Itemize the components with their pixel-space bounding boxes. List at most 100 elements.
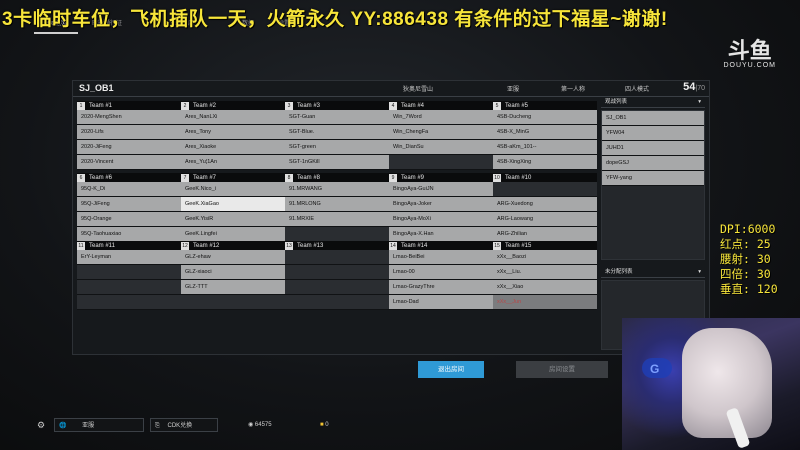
player-slot[interactable]: GeeK.Nico_i: [181, 182, 285, 197]
player-slot[interactable]: [77, 265, 181, 280]
player-slot[interactable]: Ares_Yu¦1An: [181, 155, 285, 170]
team-number: 11: [77, 241, 85, 250]
player-slot[interactable]: ARG-Laowang: [493, 212, 597, 227]
team-header[interactable]: 13 Team #13: [285, 241, 389, 250]
room-settings-button[interactable]: 房间设置: [516, 361, 608, 378]
player-slot[interactable]: [389, 155, 493, 170]
player-slot[interactable]: Win_ChengFa: [389, 125, 493, 140]
g-coin-currency: ■ 0: [320, 418, 329, 432]
gear-icon[interactable]: ⚙: [34, 418, 48, 432]
player-slot[interactable]: xXx__Liu.: [493, 265, 597, 280]
unassigned-list-header[interactable]: 未分配列表 ▾: [601, 267, 705, 278]
player-slot[interactable]: Ares_Tony: [181, 125, 285, 140]
player-slot[interactable]: xXx__Jun: [493, 295, 597, 310]
player-slot[interactable]: 2020-Lifs: [77, 125, 181, 140]
player-slot[interactable]: [181, 295, 285, 310]
player-slot[interactable]: SGT-1nGKill: [285, 155, 389, 170]
team-header[interactable]: 8 Team #8: [285, 173, 389, 182]
team-card: 13 Team #13: [285, 241, 389, 310]
team-header[interactable]: 10 Team #10: [493, 173, 597, 182]
player-slot[interactable]: 2020-Vincent: [77, 155, 181, 170]
observer-item[interactable]: YFW04: [602, 126, 704, 141]
player-slot[interactable]: xXx__Baozi: [493, 250, 597, 265]
player-slot[interactable]: [285, 280, 389, 295]
leave-room-button[interactable]: 退出房间: [418, 361, 484, 378]
player-slot[interactable]: Lmao-BeiBei: [389, 250, 493, 265]
player-slot[interactable]: SGT-Guan: [285, 110, 389, 125]
team-label: Team #2: [193, 102, 217, 109]
player-slot[interactable]: 4SB-XingXing: [493, 155, 597, 170]
player-slot[interactable]: ARG-Xuedong: [493, 197, 597, 212]
player-slot[interactable]: Ares_Xiaoke: [181, 140, 285, 155]
observer-item[interactable]: YFW-yang: [602, 171, 704, 186]
douyu-logo: 斗鱼: [727, 38, 772, 63]
region-selector[interactable]: 🌐 亚服: [54, 418, 144, 432]
player-slot[interactable]: Win_DianSu: [389, 140, 493, 155]
team-card: 14 Team #14 Lmao-BeiBei Lmao-00 Lmao-GrazyTh…: [389, 241, 493, 310]
team-header[interactable]: 9 Team #9: [389, 173, 493, 182]
player-slot[interactable]: GeeK.YisiR: [181, 212, 285, 227]
team-card: 7 Team #7 GeeK.Nico_i GeeK.XiaGao GeeK.YisiR…: [181, 173, 285, 242]
player-slot[interactable]: 2020-MengShen: [77, 110, 181, 125]
player-slot[interactable]: GeeK.Lingfei: [181, 227, 285, 242]
team-header[interactable]: 1 Team #1: [77, 101, 181, 110]
player-slot[interactable]: GLZ-TTT: [181, 280, 285, 295]
observer-list-header[interactable]: 观战列表 ▾: [601, 97, 705, 108]
player-slot[interactable]: 4SB-Ducheng: [493, 110, 597, 125]
cdk-redeem-button[interactable]: ⎘ CDK兑换: [150, 418, 218, 432]
team-header[interactable]: 12 Team #12: [181, 241, 285, 250]
team-label: Team #6: [89, 174, 113, 181]
team-header[interactable]: 11 Team #11: [77, 241, 181, 250]
player-slot[interactable]: BingoAya-MoXi: [389, 212, 493, 227]
team-header[interactable]: 4 Team #4: [389, 101, 493, 110]
player-slot[interactable]: ARG-Zhilian: [493, 227, 597, 242]
team-header[interactable]: 15 Team #15: [493, 241, 597, 250]
player-slot[interactable]: 95Q-Orange: [77, 212, 181, 227]
player-slot[interactable]: [285, 265, 389, 280]
player-slot[interactable]: GeeK.XiaGao: [181, 197, 285, 212]
player-slot[interactable]: ErY-Leyman: [77, 250, 181, 265]
player-slot[interactable]: xXx__Xiao: [493, 280, 597, 295]
webcam-inset: G: [622, 318, 800, 450]
player-slot[interactable]: 95Q-JiFeng: [77, 197, 181, 212]
bp-amount: 64575: [254, 422, 272, 428]
observer-item[interactable]: JUHD1: [602, 141, 704, 156]
player-slot[interactable]: 4SB-X_MinG: [493, 125, 597, 140]
player-slot[interactable]: 91.MRXIE: [285, 212, 389, 227]
player-slot[interactable]: [285, 295, 389, 310]
player-slot[interactable]: 95Q-K_Di: [77, 182, 181, 197]
team-header[interactable]: 5 Team #5: [493, 101, 597, 110]
team-header[interactable]: 6 Team #6: [77, 173, 181, 182]
player-slot[interactable]: BingoAya-GuiJN: [389, 182, 493, 197]
player-slot[interactable]: 95Q-Taohuaxiao: [77, 227, 181, 242]
player-slot[interactable]: [285, 227, 389, 242]
player-slot[interactable]: Lmao-GrazyThre: [389, 280, 493, 295]
player-slot[interactable]: 91.MRLONG: [285, 197, 389, 212]
player-slot[interactable]: Lmao-Dad: [389, 295, 493, 310]
team-header[interactable]: 14 Team #14: [389, 241, 493, 250]
player-slot[interactable]: [77, 295, 181, 310]
player-slot[interactable]: BingoAya-Joker: [389, 197, 493, 212]
player-slot[interactable]: Lmao-00: [389, 265, 493, 280]
player-slot[interactable]: 91.MRWANG: [285, 182, 389, 197]
player-slot[interactable]: Ares_NanLXi: [181, 110, 285, 125]
team-number: 2: [181, 101, 189, 110]
player-slot[interactable]: [285, 250, 389, 265]
player-slot[interactable]: [77, 280, 181, 295]
player-slot[interactable]: Win_7Word: [389, 110, 493, 125]
team-header[interactable]: 2 Team #2: [181, 101, 285, 110]
team-header[interactable]: 7 Team #7: [181, 173, 285, 182]
player-slot[interactable]: 4SB-aKm_101--: [493, 140, 597, 155]
player-slot[interactable]: GLZ-xiaoci: [181, 265, 285, 280]
observer-item[interactable]: SJ_OB1: [602, 111, 704, 126]
player-slot[interactable]: GLZ-ehaw: [181, 250, 285, 265]
player-slot[interactable]: SGT-Blue.: [285, 125, 389, 140]
player-slot[interactable]: BingoAya-X.Han: [389, 227, 493, 242]
player-slot[interactable]: SGT-green: [285, 140, 389, 155]
team-header[interactable]: 3 Team #3: [285, 101, 389, 110]
team-number: 3: [285, 101, 293, 110]
player-slot[interactable]: [493, 182, 597, 197]
observer-item[interactable]: dopeGSJ: [602, 156, 704, 171]
team-card: 5 Team #5 4SB-Ducheng 4SB-X_MinG 4SB-aKm_101…: [493, 101, 597, 170]
player-slot[interactable]: 2020-JiFeng: [77, 140, 181, 155]
